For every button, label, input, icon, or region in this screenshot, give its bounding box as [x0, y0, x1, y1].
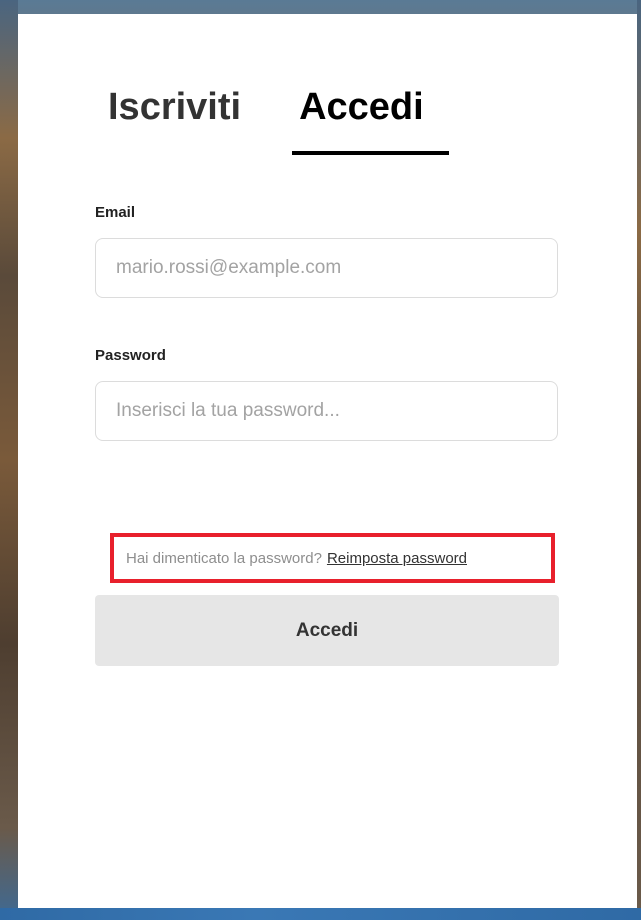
background-image-left — [0, 0, 18, 920]
tab-login[interactable]: Accedi — [299, 84, 424, 130]
background-image-right — [637, 0, 641, 920]
active-tab-indicator — [292, 151, 449, 155]
background-bottom-strip — [0, 908, 641, 920]
auth-tabs: Iscriviti Accedi — [108, 84, 424, 130]
forgot-password-text: Hai dimenticato la password? — [126, 549, 322, 567]
reset-password-link[interactable]: Reimposta password — [327, 550, 467, 567]
password-label: Password — [95, 347, 166, 364]
tab-signup[interactable]: Iscriviti — [108, 84, 241, 130]
email-label: Email — [95, 204, 136, 221]
forgot-password-highlight: Hai dimenticato la password? Reimposta p… — [110, 533, 555, 583]
email-field[interactable] — [95, 238, 558, 298]
login-button[interactable]: Accedi — [95, 595, 559, 666]
auth-card: Iscriviti Accedi Email Password Hai dime… — [18, 14, 637, 908]
password-field[interactable] — [95, 381, 558, 441]
